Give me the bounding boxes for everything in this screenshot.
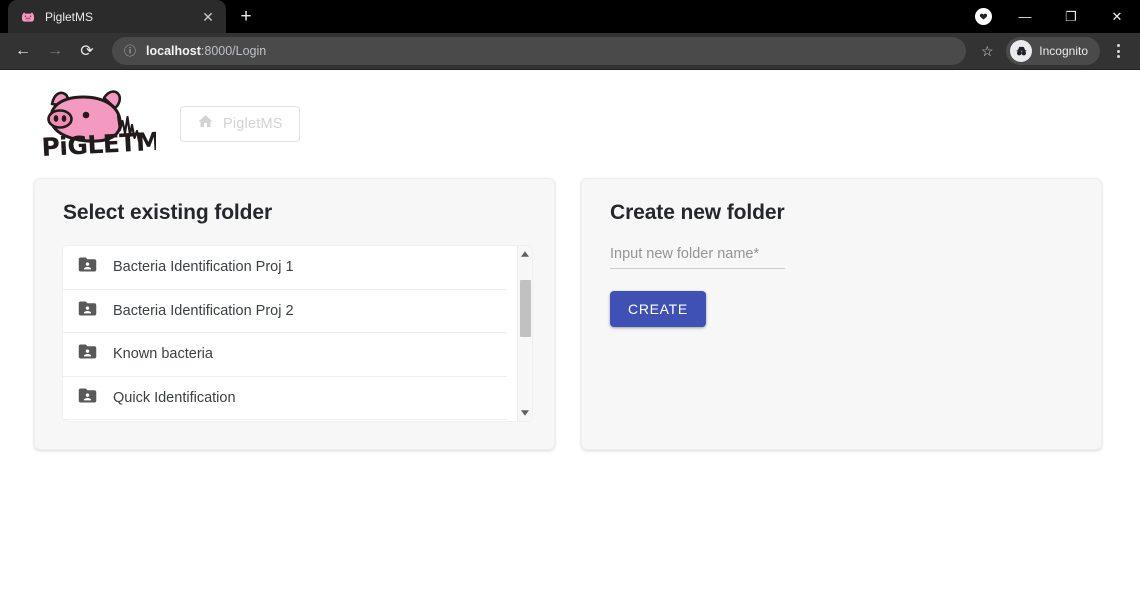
list-item[interactable]: Quick Identification bbox=[63, 377, 507, 420]
page-content: PiGLETMS PigletMS Select existing folder bbox=[0, 70, 1140, 606]
list-item[interactable]: Known bacteria bbox=[63, 333, 507, 377]
pigletms-logo: PiGLETMS bbox=[34, 82, 178, 162]
home-button-label: PigletMS bbox=[223, 116, 283, 132]
window-maximize-button[interactable]: ❐ bbox=[1048, 0, 1094, 33]
reload-icon[interactable]: ⟳ bbox=[72, 36, 102, 66]
folder-name: Bacteria Identification Proj 1 bbox=[113, 259, 294, 276]
heart-badge-icon[interactable] bbox=[975, 8, 992, 25]
cards-row: Select existing folder Bacteria Identifi… bbox=[0, 160, 1140, 450]
piglet-favicon-icon bbox=[20, 9, 36, 25]
pigletms-home-button[interactable]: PigletMS bbox=[180, 106, 300, 142]
back-icon[interactable]: ← bbox=[8, 36, 38, 66]
incognito-avatar-icon bbox=[1010, 40, 1033, 62]
forward-icon[interactable]: → bbox=[40, 36, 70, 66]
folder-name: Known bacteria bbox=[113, 346, 213, 363]
select-folder-title: Select existing folder bbox=[63, 201, 273, 224]
required-marker: * bbox=[753, 246, 760, 262]
scroll-up-icon[interactable] bbox=[518, 246, 533, 262]
create-button[interactable]: CREATE bbox=[610, 291, 706, 327]
folder-shared-icon bbox=[77, 254, 98, 280]
browser-toolbar: ← → ⟳ ⓘ localhost:8000/Login ☆ Incognito bbox=[0, 33, 1140, 69]
browser-tab[interactable]: PigletMS ✕ bbox=[8, 0, 226, 33]
browser-chrome: PigletMS ✕ + — ❐ ✕ ← → ⟳ ⓘ localhost:800… bbox=[0, 0, 1140, 70]
tab-strip: PigletMS ✕ + — ❐ ✕ bbox=[0, 0, 1140, 33]
new-folder-name-placeholder: Input new folder name* bbox=[610, 246, 785, 262]
placeholder-text: Input new folder name bbox=[610, 246, 754, 262]
folder-shared-icon bbox=[77, 385, 98, 411]
home-icon bbox=[197, 113, 214, 135]
app-header: PiGLETMS PigletMS bbox=[0, 70, 1140, 162]
scroll-down-icon[interactable] bbox=[518, 405, 533, 421]
folder-shared-icon bbox=[77, 341, 98, 367]
bookmark-star-icon[interactable]: ☆ bbox=[974, 38, 1000, 64]
create-folder-title: Create new folder bbox=[610, 201, 785, 224]
list-item[interactable]: Bacteria Identification Proj 1 bbox=[63, 246, 507, 290]
list-item[interactable]: Bacteria Identification Proj 2 bbox=[63, 290, 507, 333]
folder-name: Bacteria Identification Proj 2 bbox=[113, 302, 294, 319]
window-close-button[interactable]: ✕ bbox=[1094, 0, 1140, 33]
new-folder-name-field[interactable]: Input new folder name* bbox=[610, 246, 785, 269]
incognito-label: Incognito bbox=[1039, 44, 1088, 58]
url-host: localhost bbox=[146, 44, 201, 58]
tab-title: PigletMS bbox=[45, 9, 94, 24]
window-controls: — ❐ ✕ bbox=[975, 0, 1140, 33]
folder-shared-icon bbox=[77, 298, 98, 324]
tab-close-icon[interactable]: ✕ bbox=[198, 7, 218, 27]
new-tab-button[interactable]: + bbox=[232, 2, 260, 30]
window-minimize-button[interactable]: — bbox=[1002, 0, 1048, 33]
incognito-indicator[interactable]: Incognito bbox=[1006, 37, 1100, 65]
create-new-folder-card: Create new folder Input new folder name*… bbox=[581, 178, 1102, 450]
folder-list-scrollbar[interactable] bbox=[517, 246, 532, 421]
url-path: :8000/Login bbox=[200, 44, 267, 58]
folder-name: Quick Identification bbox=[113, 389, 236, 406]
site-info-icon[interactable]: ⓘ bbox=[124, 45, 136, 57]
folder-list: Bacteria Identification Proj 1 Bacteria … bbox=[63, 246, 532, 421]
folder-list-items: Bacteria Identification Proj 1 Bacteria … bbox=[63, 246, 517, 421]
select-existing-folder-card: Select existing folder Bacteria Identifi… bbox=[34, 178, 555, 450]
scrollbar-track[interactable] bbox=[518, 262, 533, 405]
scrollbar-thumb[interactable] bbox=[519, 280, 531, 337]
address-bar-url: localhost:8000/Login bbox=[146, 44, 266, 58]
kebab-menu-icon[interactable] bbox=[1104, 37, 1132, 65]
address-bar[interactable]: ⓘ localhost:8000/Login bbox=[112, 37, 967, 65]
